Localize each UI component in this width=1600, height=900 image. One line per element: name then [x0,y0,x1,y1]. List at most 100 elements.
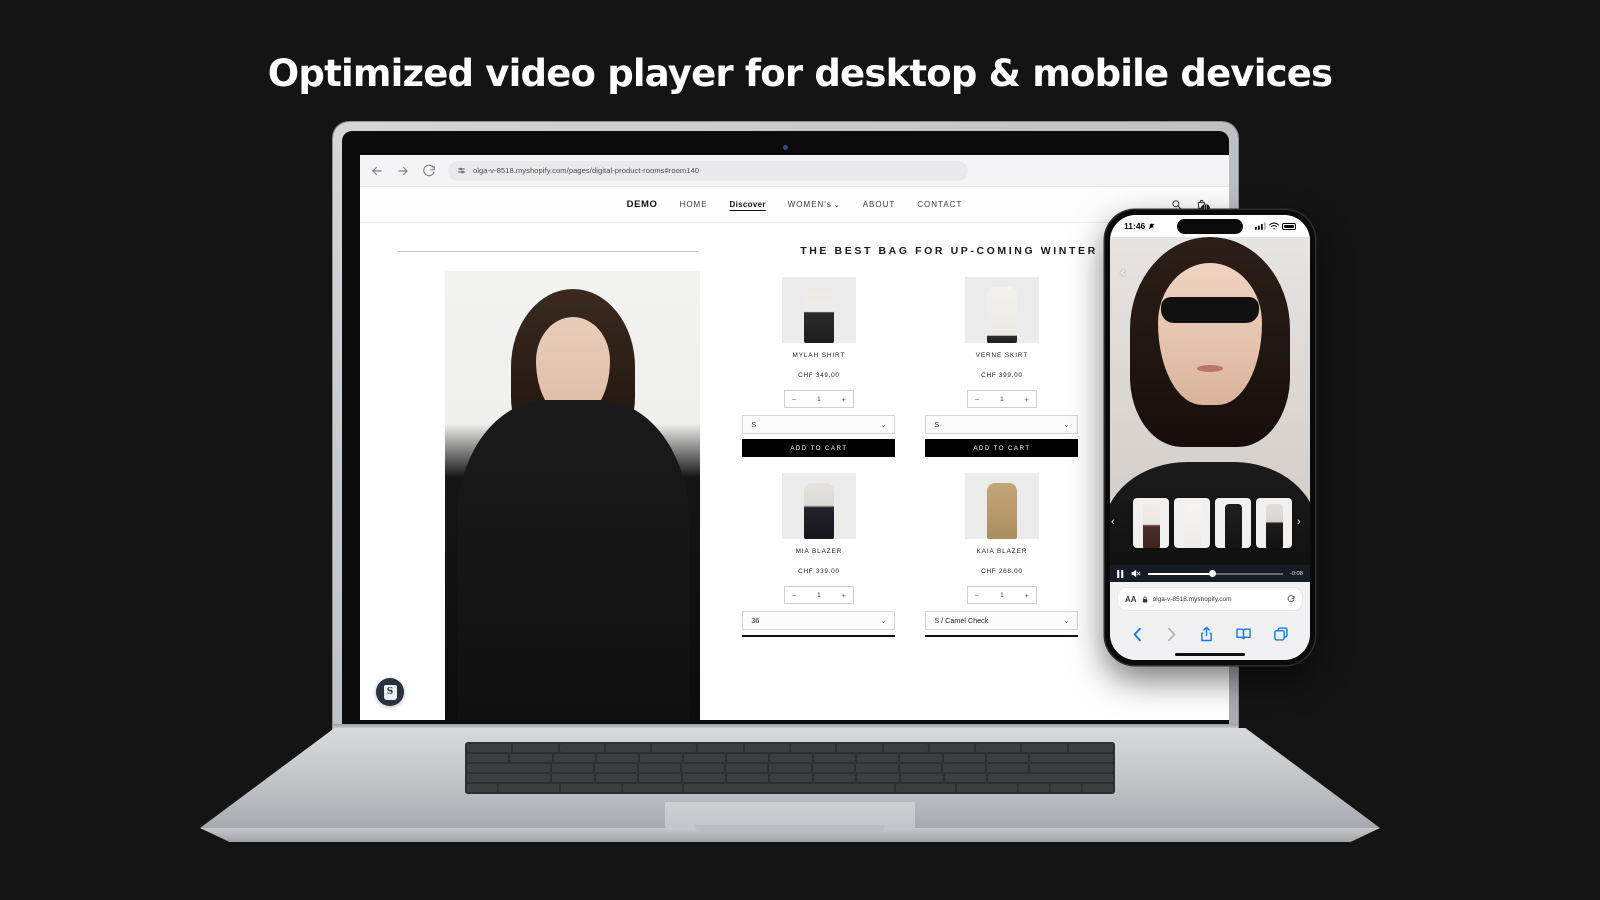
variant-select[interactable]: S / Camel Check ⌄ [925,611,1079,630]
reload-icon[interactable] [422,164,436,178]
cart-button[interactable]: 0 [1196,199,1210,213]
lock-icon [1142,596,1148,603]
carousel-thumbnail[interactable] [1215,498,1251,548]
nav-item-about[interactable]: ABOUT [863,200,896,209]
text-size-button[interactable]: AA [1125,595,1137,604]
product-card: MYLAH SHIRT CHF 349.00 − 1 + S ⌄ ADD TO … [742,277,896,457]
speaker-muted-icon[interactable] [1131,569,1141,578]
product-thumbnail-carousel[interactable]: ‹ › [1110,498,1310,548]
search-icon[interactable] [1171,199,1182,210]
quantity-stepper[interactable]: − 1 + [783,586,854,604]
forward-chevron-icon [1166,627,1177,642]
variant-value: 36 [751,616,760,625]
header-icons: 0 [1171,199,1210,213]
back-chevron-icon[interactable] [1132,627,1143,642]
product-name: KAIA BLAZER [976,548,1028,555]
dynamic-island [1177,219,1243,234]
video-progress-fill [1148,572,1213,575]
tune-icon[interactable] [457,166,466,175]
base-body [200,728,1380,828]
carousel-next-icon[interactable]: › [1297,516,1309,528]
variant-select[interactable]: S ⌄ [742,415,896,434]
nav-item-home[interactable]: HOME [680,200,708,209]
forward-arrow-icon[interactable] [396,164,410,178]
nav-item-contact[interactable]: CONTACT [917,200,962,209]
variant-select[interactable]: 36 ⌄ [742,611,896,630]
product-image[interactable] [781,277,856,343]
quantity-value: 1 [1000,591,1004,599]
video-player[interactable]: ‹ ‹ › [1110,237,1310,582]
quantity-increment[interactable]: + [842,591,846,600]
variant-value: S [751,420,757,429]
product-name: MYLAH SHIRT [792,352,846,359]
mute-bell-icon [1148,223,1155,230]
back-arrow-icon[interactable] [370,164,384,178]
laptop-screen: olga-v-8518.myshopify.com/pages/digital-… [360,155,1229,720]
status-right [1255,222,1296,230]
quantity-decrement[interactable]: − [792,395,796,404]
quantity-stepper[interactable]: − 1 + [966,586,1037,604]
store-header: DEMO HOME Discover WOMEN's ⌄ ABOUT CONTAC… [360,187,1229,223]
quantity-decrement[interactable]: − [975,395,979,404]
quantity-value: 1 [1000,395,1004,403]
reload-icon[interactable] [1287,595,1295,603]
add-to-cart-button[interactable]: ADD TO CART [925,439,1079,457]
chevron-down-icon: ⌄ [880,617,887,625]
store-nav: DEMO HOME Discover WOMEN's ⌄ ABOUT CONTAC… [627,199,963,210]
product-price: CHF 339.00 [798,568,840,575]
address-bar[interactable]: olga-v-8518.myshopify.com/pages/digital-… [448,160,968,181]
add-to-cart-button[interactable]: ADD TO CART [742,439,896,457]
quantity-stepper[interactable]: − 1 + [966,390,1037,408]
safari-url-pill[interactable]: AA olga-v-8518.myshopify.com [1118,588,1302,610]
video-back-icon[interactable]: ‹ [1116,265,1130,279]
poster-stage: Optimized video player for desktop & mob… [0,0,1600,900]
video-controls-bar[interactable]: -0:08 [1110,565,1310,582]
carousel-thumbnail[interactable] [1256,498,1292,548]
phone-screen: 11:46 ‹ ‹ › -0:08 AA olga-v-8518.myshopi… [1110,215,1310,660]
quantity-increment[interactable]: + [1025,395,1029,404]
store-page: S THE BEST BAG FOR UP-COMING WINTER 2023… [360,223,1229,720]
variant-select[interactable]: S ⌄ [925,415,1079,434]
chevron-down-icon: ⌄ [1063,617,1070,625]
video-model-sunglasses [1161,297,1259,323]
nav-item-discover[interactable]: Discover [730,200,766,209]
carousel-thumbnail[interactable] [1174,498,1210,548]
nav-item-womens[interactable]: WOMEN's ⌄ [788,200,841,209]
video-model-lips [1197,365,1223,372]
bookmarks-icon[interactable] [1236,627,1251,641]
safari-address-bar: AA olga-v-8518.myshopify.com [1110,582,1310,616]
safari-url: olga-v-8518.myshopify.com [1152,595,1232,603]
video-progress-slider[interactable] [1148,570,1283,577]
phone-status-bar: 11:46 [1110,215,1310,237]
store-brand[interactable]: DEMO [627,199,658,210]
video-time-remaining: -0:08 [1289,570,1303,577]
product-image[interactable] [964,473,1039,539]
quantity-increment[interactable]: + [1025,591,1029,600]
product-image[interactable] [781,473,856,539]
product-image[interactable] [964,277,1039,343]
tabs-icon[interactable] [1274,627,1288,641]
laptop-lid: olga-v-8518.myshopify.com/pages/digital-… [333,122,1238,737]
quantity-stepper[interactable]: − 1 + [783,390,854,408]
share-icon[interactable] [1200,626,1213,642]
video-progress-knob[interactable] [1209,570,1217,577]
variant-value: S [934,420,940,429]
product-name: MIA BLAZER [795,548,843,555]
carousel-thumbnail[interactable] [1133,498,1169,548]
status-time-wrap: 11:46 [1124,221,1155,231]
quantity-decrement[interactable]: − [792,591,796,600]
status-time: 11:46 [1124,221,1146,231]
pause-icon[interactable] [1117,569,1124,578]
quantity-value: 1 [817,591,821,599]
shopify-bag-icon: S [383,684,397,700]
quantity-increment[interactable]: + [842,395,846,404]
battery-icon [1282,222,1296,230]
quantity-decrement[interactable]: − [975,591,979,600]
shopify-logo-badge: S [376,678,404,706]
browser-chrome: olga-v-8518.myshopify.com/pages/digital-… [360,155,1229,187]
address-bar-url: olga-v-8518.myshopify.com/pages/digital-… [473,166,700,175]
carousel-prev-icon[interactable]: ‹ [1111,516,1123,528]
divider [398,251,698,252]
laptop-base [200,724,1380,842]
chevron-down-icon: ⌄ [833,202,841,209]
